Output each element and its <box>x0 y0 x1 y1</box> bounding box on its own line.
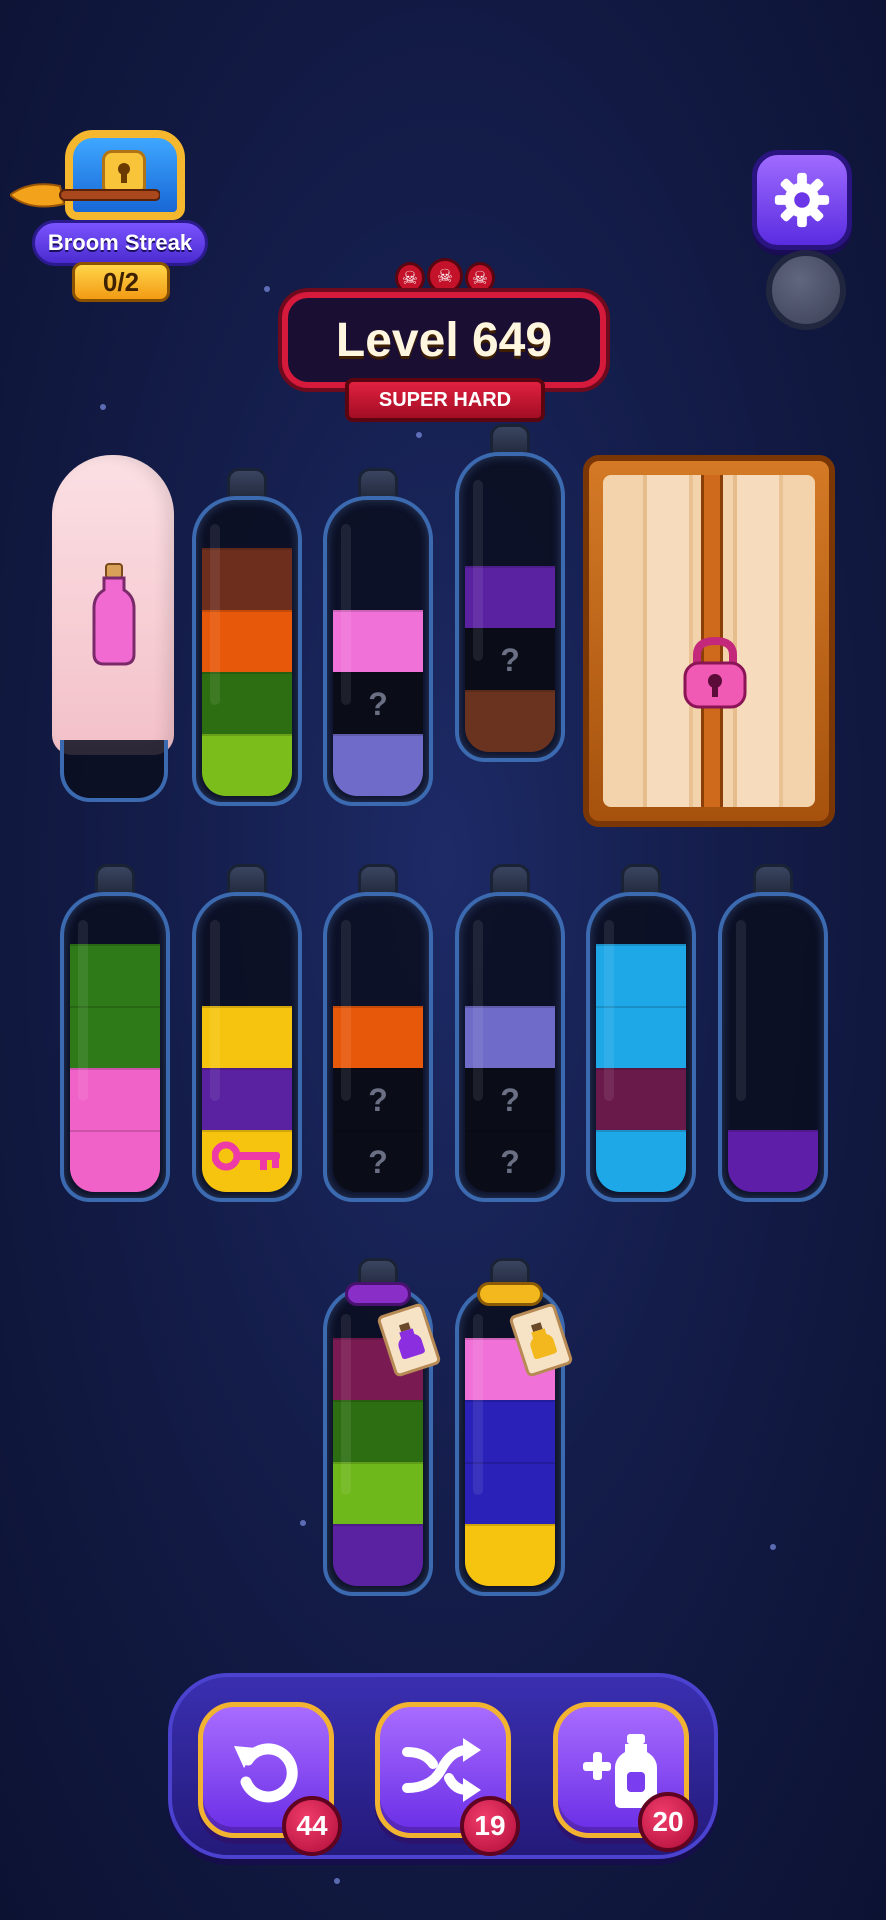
difficulty-label: SUPER HARD <box>345 378 545 422</box>
broom-streak[interactable]: Broom Streak 0/2 <box>10 120 210 305</box>
bottle-glass <box>586 892 696 1202</box>
star-decoration <box>300 1520 306 1526</box>
shuffle-count: 19 <box>460 1796 520 1856</box>
undo-count: 44 <box>282 1796 342 1856</box>
liquid-layer <box>202 734 292 796</box>
level-banner: Level 649 <box>282 292 606 388</box>
liquid-layer <box>465 1524 555 1586</box>
settings-button[interactable] <box>752 150 852 250</box>
liquid-layer <box>728 1130 818 1192</box>
star-decoration <box>100 404 106 410</box>
add-bottle-count: 20 <box>638 1792 698 1852</box>
hidden-layer: ? <box>465 1130 555 1192</box>
skull-icon: ☠ <box>427 258 463 294</box>
star-decoration <box>334 1878 340 1884</box>
bottle[interactable]: ? <box>323 468 433 806</box>
streak-label: Broom Streak <box>32 220 208 266</box>
locked-crate[interactable] <box>583 455 835 827</box>
bottle-glass <box>718 892 828 1202</box>
bottle[interactable] <box>455 1258 574 1596</box>
skull-icon: ☠ <box>465 262 495 294</box>
undo-icon <box>234 1743 298 1803</box>
liquid-layer <box>333 734 423 796</box>
hidden-layer: ? <box>333 1130 423 1192</box>
liquid-layer <box>465 690 555 752</box>
bottle-glass <box>60 892 170 1202</box>
potion-tag-icon <box>398 1322 425 1360</box>
bottle[interactable] <box>718 864 828 1202</box>
potion-tag-icon <box>530 1322 557 1360</box>
star-decoration <box>416 432 422 438</box>
rope-tie <box>477 1282 543 1306</box>
key-icon <box>212 1141 280 1171</box>
liquid-layer <box>596 1130 686 1192</box>
streak-count: 0/2 <box>72 262 170 302</box>
star-decoration <box>264 286 270 292</box>
skull-icon: ☠ <box>395 262 425 294</box>
bottle-glass: ? <box>323 496 433 806</box>
star-decoration <box>770 1544 776 1550</box>
bottle[interactable] <box>192 864 302 1202</box>
shuffle-icon <box>402 1738 481 1802</box>
level-title: Level 649 <box>335 313 553 367</box>
bottle[interactable] <box>323 1258 442 1596</box>
padlock-icon <box>683 636 747 709</box>
broom-icon <box>10 183 160 208</box>
bottle[interactable] <box>60 864 170 1202</box>
bottle[interactable] <box>192 468 302 806</box>
bottle[interactable]: ?? <box>455 864 565 1202</box>
bottle-glass: ? <box>455 452 565 762</box>
rope-tie <box>345 1282 411 1306</box>
crate-doors <box>603 475 815 807</box>
liquid-layer <box>70 1130 160 1192</box>
bottle[interactable] <box>586 864 696 1202</box>
covered-bottle-base <box>60 740 168 802</box>
bottle-glass: ?? <box>455 892 565 1202</box>
potion-bottle-icon <box>92 563 136 666</box>
liquid-layer <box>333 1524 423 1586</box>
bottle[interactable]: ?? <box>323 864 433 1202</box>
toggle-knob[interactable] <box>766 250 846 330</box>
bottle-glass <box>192 496 302 806</box>
gear-icon <box>774 172 830 228</box>
liquid <box>728 1130 818 1192</box>
bottle-glass: ?? <box>323 892 433 1202</box>
bottle[interactable]: ? <box>455 424 565 762</box>
